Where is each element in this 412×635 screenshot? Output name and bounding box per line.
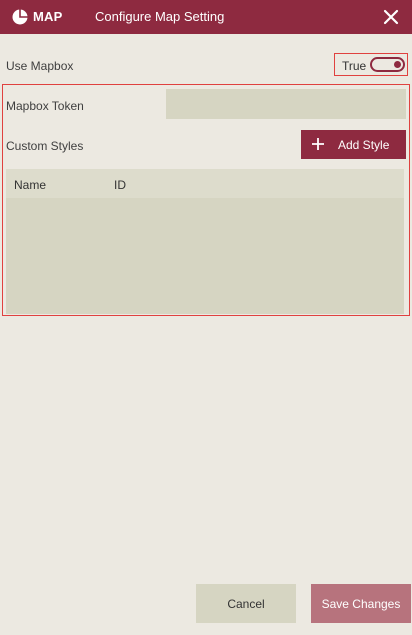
column-header-name: Name <box>14 178 47 192</box>
custom-styles-label: Custom Styles <box>6 139 84 153</box>
use-mapbox-label: Use Mapbox <box>6 59 74 73</box>
use-mapbox-value: True <box>342 59 367 73</box>
cancel-label: Cancel <box>227 597 265 611</box>
save-changes-label: Save Changes <box>321 597 401 611</box>
custom-styles-table: Name ID <box>6 169 404 314</box>
toggle-knob <box>394 61 401 68</box>
add-style-button[interactable]: Add Style <box>301 130 406 159</box>
close-icon[interactable] <box>381 7 401 27</box>
save-changes-button[interactable]: Save Changes <box>311 584 411 623</box>
cancel-button[interactable]: Cancel <box>196 584 296 623</box>
app-name: MAP <box>33 9 63 24</box>
plus-icon <box>312 138 324 150</box>
column-header-id: ID <box>114 178 126 192</box>
mapbox-token-label: Mapbox Token <box>6 99 84 113</box>
table-header: Name ID <box>6 169 404 198</box>
pie-chart-icon <box>12 9 28 25</box>
dialog-header: MAP Configure Map Setting <box>0 0 412 34</box>
mapbox-token-input[interactable] <box>166 89 406 119</box>
use-mapbox-toggle[interactable] <box>370 57 405 72</box>
dialog-title: Configure Map Setting <box>95 9 225 24</box>
add-style-label: Add Style <box>338 138 390 152</box>
